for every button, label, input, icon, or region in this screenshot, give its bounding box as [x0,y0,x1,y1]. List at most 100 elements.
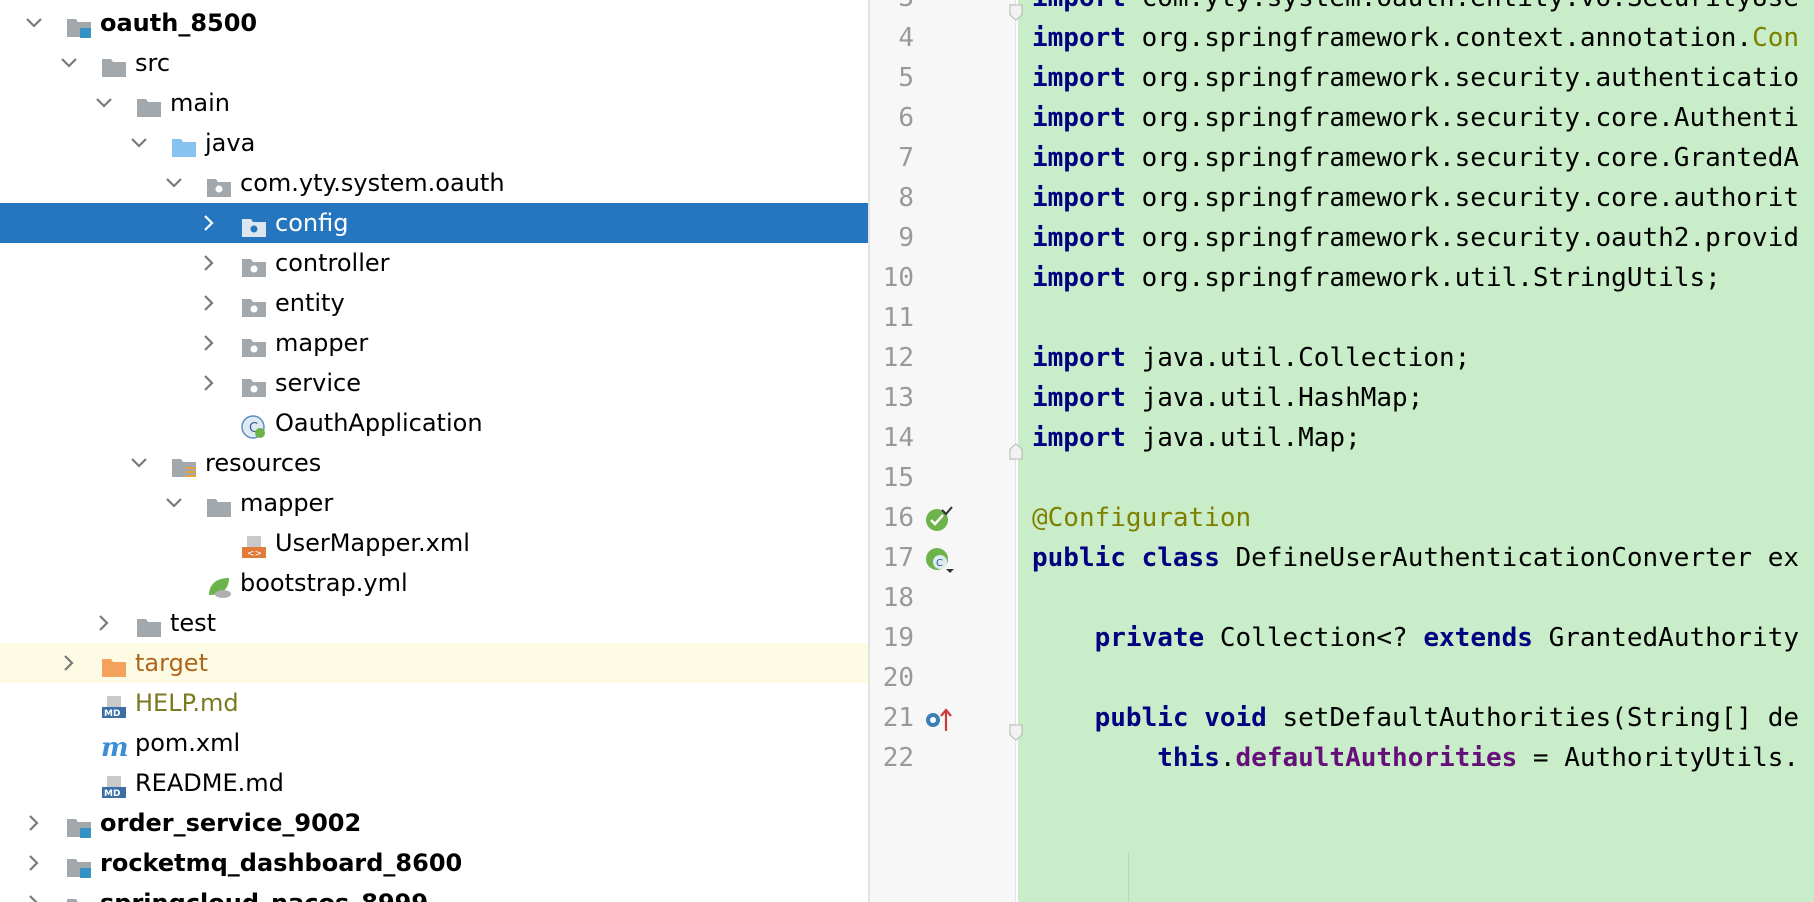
code-line[interactable]: 22 this.defaultAuthorities = AuthorityUt… [870,735,1814,781]
spring-yml-icon [206,571,232,598]
tree-item-label: UserMapper.xml [275,529,470,557]
tree-item-springcloud-nacos-8999[interactable]: springcloud_nacos_8999 [0,883,868,902]
tree-item-label: mapper [275,329,369,357]
chevron-down-icon[interactable] [127,443,151,483]
fold-marker-icon[interactable] [1008,0,1024,21]
tree-item-label: HELP.md [135,689,239,717]
override-method-icon[interactable] [924,704,954,734]
tree-item-pom-xml[interactable]: m pom.xml [0,723,868,763]
tree-item-label: com.yty.system.oauth [240,169,505,197]
chevron-right-icon[interactable] [197,363,221,403]
tree-item-label: pom.xml [135,729,241,757]
tree-item-label: resources [205,449,322,477]
tree-item-main[interactable]: main [0,83,868,123]
module-folder-icon [66,11,92,38]
tree-item-label: order_service_9002 [100,809,362,837]
source-root-folder-icon [171,131,197,157]
fold-marker-icon[interactable] [1008,430,1024,460]
chevron-right-icon[interactable] [197,323,221,363]
tree-item-mapper[interactable]: mapper [0,483,868,523]
tree-item-oauth-8500[interactable]: oauth_8500 [0,3,868,43]
tree-item-entity[interactable]: entity [0,283,868,323]
tree-item-label: config [275,209,349,237]
svg-text:<>: <> [247,549,262,559]
tree-item-label: bootstrap.yml [240,569,408,597]
package-icon [241,211,267,237]
tree-item-oauthapplication[interactable]: C OauthApplication [0,403,868,443]
tree-item-com-yty-system-oauth[interactable]: com.yty.system.oauth [0,163,868,203]
project-tree[interactable]: oauth_8500src main java com.yty.system.oaut… [0,0,868,902]
chevron-right-icon[interactable] [197,283,221,323]
tree-item-resources[interactable]: resources [0,443,868,483]
resources-folder-icon [171,451,197,477]
folder-icon [136,611,162,637]
chevron-down-icon[interactable] [162,483,186,523]
package-icon [241,371,267,397]
markdown-file-icon: MD [101,691,127,719]
tree-item-config[interactable]: config [0,203,868,243]
chevron-right-icon[interactable] [197,243,221,283]
module-folder-icon [66,811,92,838]
folder-icon [136,91,162,117]
folder-icon [206,491,232,517]
tree-item-label: test [170,609,217,637]
module-folder-icon [66,891,92,902]
package-icon [206,171,232,197]
tree-item-label: entity [275,289,345,317]
package-icon [241,291,267,317]
tree-item-label: target [135,649,208,677]
tree-item-src[interactable]: src [0,43,868,83]
line-number: 22 [882,743,914,773]
fold-marker-icon[interactable] [1008,710,1024,741]
package-icon [241,251,267,277]
tree-item-label: service [275,369,361,397]
chevron-down-icon[interactable] [22,3,46,43]
tree-item-label: oauth_8500 [100,9,258,37]
chevron-down-icon[interactable] [57,43,81,83]
folder-icon [101,51,127,77]
tree-item-target[interactable]: target [0,643,868,683]
module-folder-icon [66,851,92,878]
chevron-right-icon[interactable] [92,603,116,643]
spring-boot-class-icon: C [241,411,267,439]
tree-item-rocketmq-dashboard-8600[interactable]: rocketmq_dashboard_8600 [0,843,868,883]
tree-item-readme-md[interactable]: MD README.md [0,763,868,803]
tree-item-order-service-9002[interactable]: order_service_9002 [0,803,868,843]
chevron-down-icon[interactable] [92,83,116,123]
tree-item-test[interactable]: test [0,603,868,643]
tree-item-label: java [205,129,256,157]
code-text: this.defaultAuthorities = AuthorityUtils… [1157,743,1800,773]
tree-item-help-md[interactable]: MD HELP.md [0,683,868,723]
chevron-right-icon[interactable] [57,643,81,683]
tree-item-controller[interactable]: controller [0,243,868,283]
tree-item-label: controller [275,249,390,277]
tree-item-service[interactable]: service [0,363,868,403]
svg-text:MD: MD [104,709,120,719]
package-icon [241,331,267,357]
tree-item-java[interactable]: java [0,123,868,163]
spring-class-icon[interactable]: C [924,544,954,574]
tree-item-mapper[interactable]: mapper [0,323,868,363]
chevron-right-icon[interactable] [22,883,46,902]
indent-guide [1128,852,1129,902]
tree-item-label: README.md [135,769,284,797]
tree-item-bootstrap-yml[interactable]: bootstrap.yml [0,563,868,603]
tree-item-label: mapper [240,489,334,517]
tree-item-label: main [170,89,230,117]
tree-item-label: rocketmq_dashboard_8600 [100,849,463,877]
chevron-down-icon[interactable] [127,123,151,163]
chevron-down-icon[interactable] [162,163,186,203]
tree-item-label: springcloud_nacos_8999 [100,883,428,902]
chevron-right-icon[interactable] [22,803,46,843]
tree-item-usermapper-xml[interactable]: <> UserMapper.xml [0,523,868,563]
svg-text:MD: MD [104,789,120,799]
tree-item-label: OauthApplication [275,409,483,437]
maven-pom-icon: m [101,731,129,763]
chevron-right-icon[interactable] [197,203,221,243]
excluded-folder-icon [101,651,127,677]
tree-item-label: src [135,49,171,77]
chevron-right-icon[interactable] [22,843,46,883]
markdown-file-icon: MD [101,771,127,799]
spring-bean-icon[interactable] [924,504,954,534]
xml-file-icon: <> [241,531,267,559]
